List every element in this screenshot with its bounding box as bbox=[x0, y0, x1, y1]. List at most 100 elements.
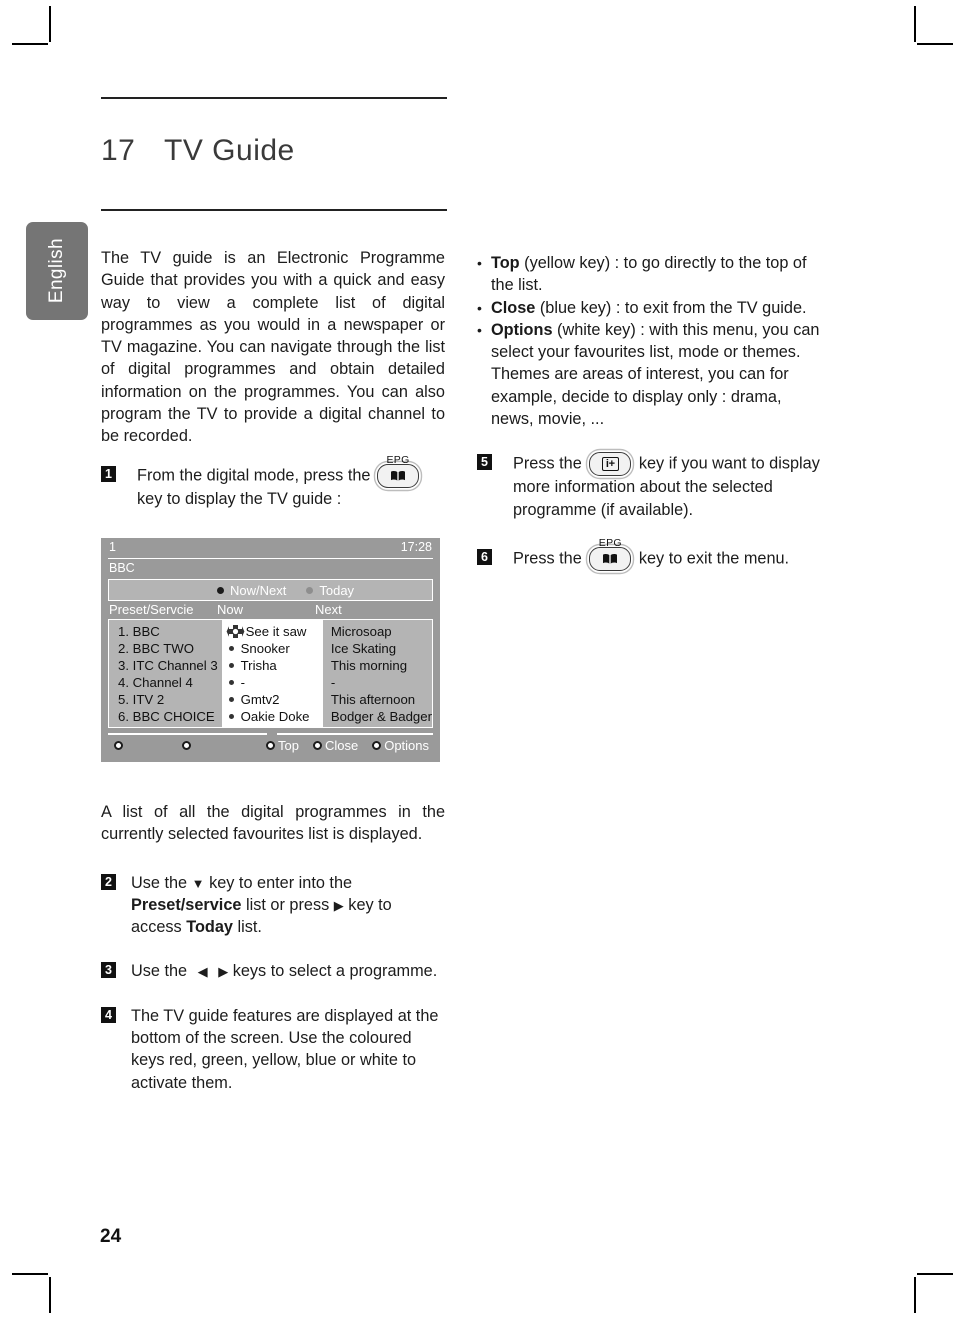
bullet-icon bbox=[228, 714, 234, 720]
tv-guide-mode-nownext[interactable]: Now/Next bbox=[217, 583, 286, 598]
tv-guide-column-headers: Preset/Servcie Now Next bbox=[101, 601, 440, 619]
arrow-right-icon: ▶ bbox=[333, 897, 344, 913]
step-5-text-before: Press the bbox=[513, 454, 582, 473]
info-key-oval: i+ bbox=[589, 452, 632, 477]
info-key-button[interactable]: i+ bbox=[589, 452, 632, 477]
step-4-badge: 4 bbox=[101, 1006, 116, 1023]
table-row[interactable]: 5. ITV 2 bbox=[118, 691, 222, 708]
table-row[interactable]: - bbox=[226, 674, 323, 691]
bullet-icon bbox=[228, 680, 234, 686]
table-row[interactable]: Trisha bbox=[226, 657, 323, 674]
cell-now: Trisha bbox=[240, 658, 277, 674]
tv-guide-footer-label-close: Close bbox=[324, 738, 359, 754]
epg-key-label: EPG bbox=[386, 453, 410, 466]
step-4: 4 The TV guide features are displayed at… bbox=[101, 1005, 445, 1094]
step-1-badge: 1 bbox=[101, 465, 116, 482]
crop-mark-top-right-horizontal bbox=[917, 43, 953, 45]
table-row[interactable]: This afternoon bbox=[331, 691, 432, 708]
tv-guide-mode-bar: Now/Next Today bbox=[108, 579, 433, 602]
book-icon bbox=[603, 553, 618, 564]
tv-guide-footer: Top Close Options bbox=[108, 735, 433, 757]
coloured-key-bullet-list: Top (yellow key) : to go directly to the… bbox=[477, 252, 825, 430]
bullet-icon bbox=[228, 646, 234, 652]
table-row[interactable]: Ice Skating bbox=[331, 640, 432, 657]
tv-guide-footer-button-top[interactable]: Top bbox=[266, 738, 299, 753]
tv-guide-footer-divider-gap bbox=[267, 733, 277, 735]
crop-mark-bottom-right-vertical bbox=[914, 1277, 916, 1313]
tv-guide-mode-today-label: Today bbox=[319, 582, 355, 598]
table-row[interactable]: See it saw bbox=[226, 623, 323, 640]
tv-guide-footer-button-red[interactable] bbox=[114, 741, 126, 751]
tv-guide-footer-divider bbox=[108, 733, 433, 735]
tv-guide-footer-button-options[interactable]: Options bbox=[372, 738, 429, 753]
arrow-down-icon: ▼ bbox=[191, 875, 205, 891]
cell-now: See it saw bbox=[245, 624, 307, 640]
cell-next: Ice Skating bbox=[330, 641, 397, 657]
tv-guide-footer-label-options: Options bbox=[384, 738, 430, 754]
tv-guide-preset-column: 1. BBC 2. BBC TWO 3. ITC Channel 3 4. Ch… bbox=[109, 620, 222, 728]
bullet-close-rest: (blue key) : to exit from the TV guide. bbox=[535, 298, 807, 317]
cell-preset: 4. Channel 4 bbox=[118, 675, 193, 691]
table-row[interactable]: 1. BBC bbox=[118, 623, 222, 640]
cell-preset: 1. BBC bbox=[118, 624, 160, 640]
step-1-text-after: key to display the TV guide : bbox=[137, 489, 342, 508]
cell-next: - bbox=[330, 675, 336, 691]
table-row[interactable]: Bodger & Badger bbox=[331, 708, 432, 725]
tv-guide-col-header-now: Now bbox=[217, 602, 244, 618]
step-2-badge: 2 bbox=[101, 873, 116, 890]
cell-now: Gmtv2 bbox=[240, 692, 280, 708]
tv-guide-now-column: See it saw Snooker Trisha - Gmtv2 Oakie … bbox=[221, 620, 323, 728]
table-row[interactable]: 3. ITC Channel 3 bbox=[118, 657, 222, 674]
tv-guide-channel-name: BBC bbox=[109, 561, 135, 576]
bullet-options-bold: Options bbox=[491, 320, 553, 339]
tv-guide-footer-button-green[interactable] bbox=[182, 741, 194, 751]
step-3-part2: keys to select a programme. bbox=[232, 962, 438, 981]
table-row[interactable]: - bbox=[331, 674, 432, 691]
left-column-lower: A list of all the digital programmes in … bbox=[101, 801, 445, 1094]
cell-now: Snooker bbox=[240, 641, 290, 657]
right-column: Top (yellow key) : to go directly to the… bbox=[477, 252, 825, 571]
cell-next: Microsoap bbox=[330, 624, 392, 640]
bullet-close-bold: Close bbox=[491, 298, 536, 317]
table-row[interactable]: This morning bbox=[331, 657, 432, 674]
tv-guide-footer-button-close[interactable]: Close bbox=[312, 738, 359, 754]
tv-guide-col-header-preset: Preset/Servcie bbox=[109, 602, 194, 618]
table-row[interactable]: 2. BBC TWO bbox=[118, 640, 222, 657]
epg-key-button[interactable]: EPG bbox=[377, 454, 420, 488]
table-row[interactable]: Gmtv2 bbox=[226, 691, 323, 708]
crop-mark-top-left-vertical bbox=[49, 6, 51, 42]
chapter-title: TV Guide bbox=[164, 134, 295, 167]
table-row[interactable]: 4. Channel 4 bbox=[118, 674, 222, 691]
cell-now: - bbox=[240, 675, 246, 691]
tv-guide-mode-today[interactable]: Today bbox=[306, 583, 354, 598]
tv-guide-footer-label-top: Top bbox=[278, 738, 299, 754]
header-rule-bottom bbox=[101, 209, 447, 212]
tv-guide-preset-number: 1 bbox=[109, 540, 116, 554]
table-row[interactable]: Snooker bbox=[226, 640, 323, 657]
page-title: 17 TV Guide bbox=[101, 134, 295, 168]
epg-key-button[interactable]: EPG bbox=[589, 537, 632, 571]
step-2-bold-today: Today bbox=[186, 918, 233, 937]
bullet-top-rest: (yellow key) : to go directly to the top… bbox=[491, 254, 807, 295]
step-2-part5: list. bbox=[237, 918, 262, 937]
cell-preset: 6. BBC CHOICE bbox=[118, 709, 215, 725]
chapter-number: 17 bbox=[101, 134, 136, 167]
step-2-part3: list or press bbox=[245, 895, 330, 914]
intro-paragraph: The TV guide is an Electronic Programme … bbox=[101, 249, 445, 446]
tv-guide-screen: 1 17:28 BBC Now/Next Today Preset/Servci… bbox=[101, 538, 440, 762]
radio-selected-icon bbox=[217, 586, 224, 594]
header-rule-top bbox=[101, 97, 447, 99]
bullet-icon bbox=[228, 663, 234, 669]
crop-mark-bottom-left-vertical bbox=[49, 1277, 51, 1313]
table-row[interactable]: Microsoap bbox=[331, 623, 432, 640]
table-row[interactable]: 6. BBC CHOICE bbox=[118, 708, 222, 725]
crop-mark-top-left-horizontal bbox=[12, 43, 48, 45]
crop-mark-bottom-left-horizontal bbox=[12, 1273, 48, 1275]
step-5-badge: 5 bbox=[477, 454, 492, 471]
step-5: 5 Press the i+ key if you want to displa… bbox=[477, 452, 825, 521]
step-6-badge: 6 bbox=[477, 548, 492, 565]
table-row[interactable]: Oakie Doke bbox=[226, 708, 323, 725]
list-item-options: Options (white key) : with this menu, yo… bbox=[477, 319, 825, 430]
step-3: 3 Use the ◀ ▶ keys to select a programme… bbox=[101, 960, 445, 982]
step-3-badge: 3 bbox=[101, 962, 116, 979]
